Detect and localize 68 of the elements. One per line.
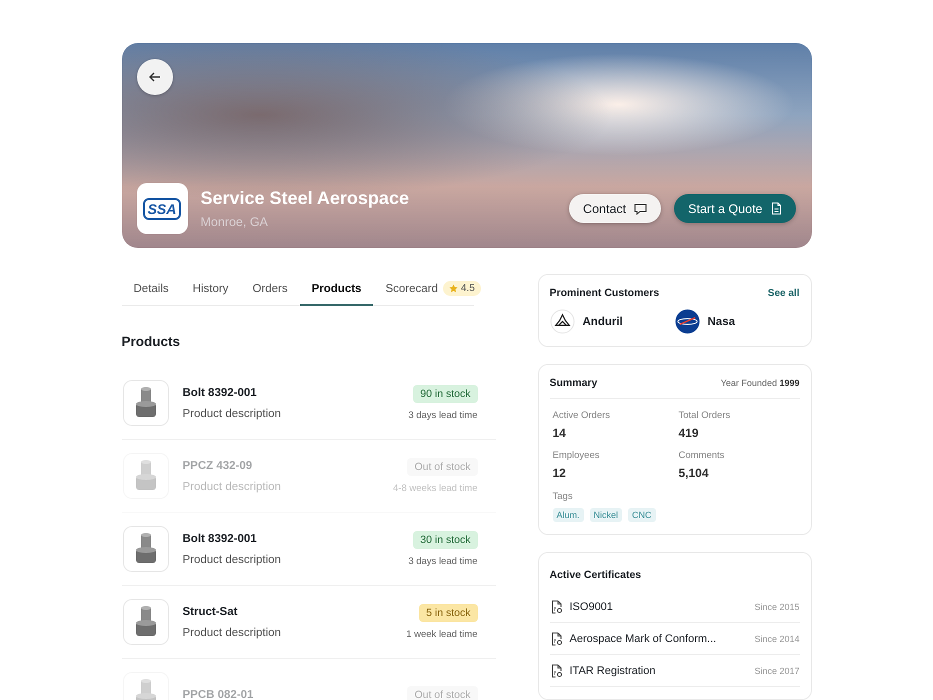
certificate-since: Since 2014 [754, 634, 800, 644]
stat-label: Employees [552, 450, 600, 461]
tab[interactable]: Orders [240, 274, 300, 306]
card-title: Summary [550, 377, 598, 389]
product-name: PPCZ 432-09 [182, 460, 254, 472]
tags-label: Tags [552, 491, 574, 502]
back-button[interactable] [136, 59, 172, 95]
stock-status: 5 in stock [419, 604, 478, 622]
tab[interactable]: Details [122, 274, 181, 306]
document-icon [550, 600, 562, 614]
year-founded: Year Founded 1999 [720, 378, 800, 388]
tag: Nickel [590, 508, 622, 522]
stock-status: 90 in stock [413, 385, 478, 403]
customer-name: Anduril [582, 316, 623, 328]
stat-label: Comments [678, 450, 726, 461]
card-title: Active Certificates [550, 569, 642, 581]
see-all-link[interactable]: See all [768, 288, 800, 298]
certificate-name: ISO9001 [570, 600, 614, 612]
certificate-name: ITAR Registration [570, 664, 656, 676]
product-row[interactable]: Bolt 8392-001 Product description 30 in stock 3 days lead time [122, 513, 496, 586]
tab[interactable]: Products [300, 274, 374, 306]
product-row[interactable]: Bolt 8392-001 Product description 90 in stock 3 days lead time [122, 367, 496, 440]
lead-time: 3 days lead time [408, 556, 478, 567]
section-title: Products [122, 334, 182, 349]
lead-time: 4-8 weeks lead time [393, 483, 478, 494]
back-arrow-icon [148, 71, 160, 83]
tag: Alum. [552, 508, 584, 522]
document-icon [550, 664, 562, 678]
lead-time: 1 week lead time [406, 629, 478, 640]
customer-logo [550, 309, 574, 334]
contact-button[interactable]: Contact [569, 194, 662, 223]
certificate-since: Since 2017 [754, 666, 800, 676]
stock-status: 30 in stock [413, 531, 478, 549]
start-quote-button[interactable]: Start a Quote [674, 194, 796, 223]
card-title: Prominent Customers [550, 287, 660, 299]
stat-value: 419 [678, 426, 700, 440]
tag: CNC [628, 508, 656, 522]
company-name: Service Steel Aerospace [200, 188, 410, 209]
customer-name: Nasa [708, 316, 735, 328]
stat-value: 12 [552, 466, 567, 480]
tab[interactable]: Scorecard 4.5 [373, 274, 493, 306]
customer-logo [674, 309, 700, 334]
certificate-name: Aerospace Mark of Conform... [570, 632, 718, 644]
product-description: Product description [182, 554, 282, 566]
rating-badge: 4.5 [442, 281, 481, 296]
product-name: Bolt 8392-001 [182, 532, 258, 544]
product-description: Product description [182, 408, 282, 420]
product-description: Product description [182, 626, 282, 638]
star-icon [448, 284, 458, 293]
stat-label: Active Orders [552, 410, 612, 421]
document-icon [770, 202, 782, 215]
company-location: Monroe, GA [200, 215, 269, 229]
logo-text: SSA [142, 198, 182, 220]
chat-icon [634, 202, 648, 214]
tab[interactable]: History [180, 274, 240, 306]
stat-label: Total Orders [678, 410, 732, 421]
stat-value: 5,104 [678, 466, 710, 480]
certificate-since: Since 2015 [754, 602, 800, 612]
product-row[interactable]: Struct-Sat Product description 5 in stock 1 week lead time [122, 586, 496, 659]
product-name: Bolt 8392-001 [182, 386, 258, 398]
stock-status: Out of stock [407, 458, 478, 476]
document-icon [550, 632, 562, 646]
stock-status: Out of stock [407, 686, 478, 700]
lead-time: 3 days lead time [408, 410, 478, 421]
stat-value: 14 [552, 426, 567, 440]
product-description: Product description [182, 480, 282, 492]
product-name: Struct-Sat [182, 606, 238, 618]
product-name: PPCB 082-01 [182, 689, 254, 700]
